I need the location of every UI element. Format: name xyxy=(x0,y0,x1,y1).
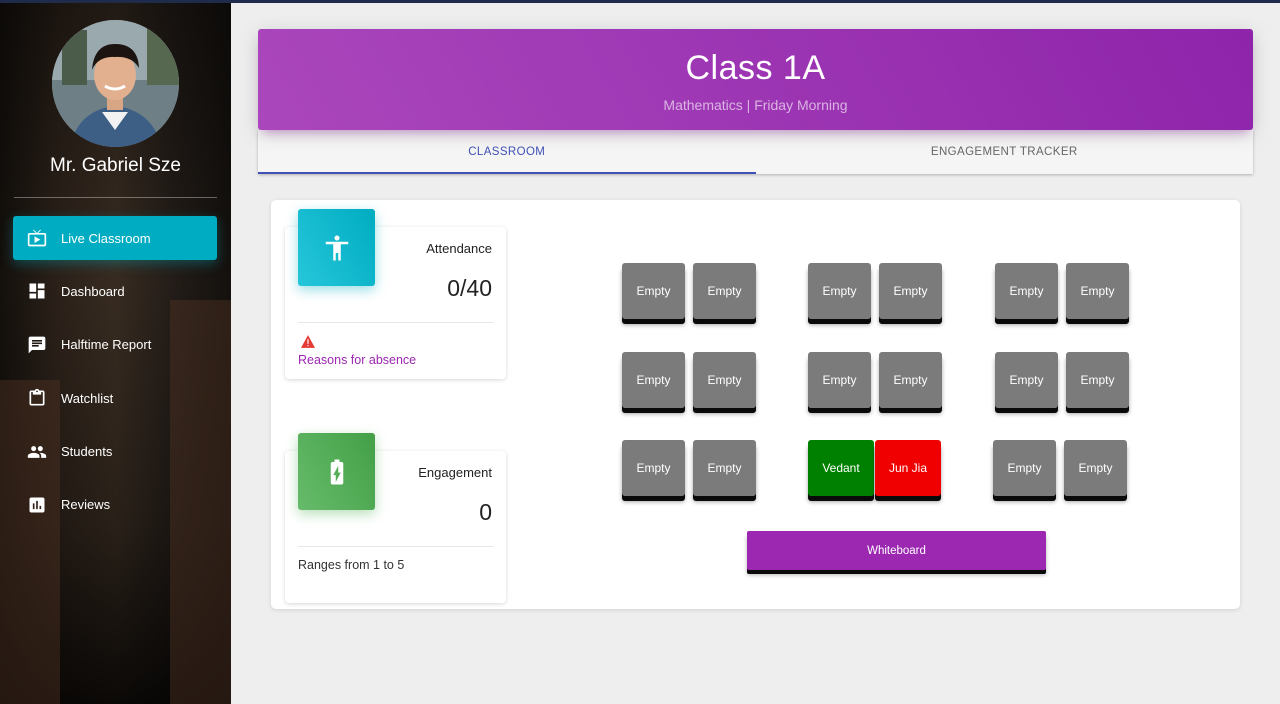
seat[interactable]: Empty xyxy=(622,440,685,496)
sidebar-item-label: Dashboard xyxy=(61,283,125,299)
seat[interactable]: Empty xyxy=(808,352,871,408)
sidebar-item-watchlist[interactable]: Watchlist xyxy=(13,376,217,420)
seat[interactable]: Empty xyxy=(622,352,685,408)
seat[interactable]: Empty xyxy=(693,263,756,319)
sidebar-divider xyxy=(14,197,217,198)
engagement-range-note: Ranges from 1 to 5 xyxy=(298,558,405,572)
sidebar-item-label: Students xyxy=(61,444,113,460)
seat[interactable]: Empty xyxy=(993,440,1056,496)
sidebar-nav: Live Classroom Dashboard Halftime Report… xyxy=(13,216,217,536)
sidebar-item-students[interactable]: Students xyxy=(13,430,217,474)
seat-student-jun-jia[interactable]: Jun Jia xyxy=(875,440,941,496)
attendance-label: Attendance xyxy=(426,241,492,256)
class-header: Class 1A Mathematics | Friday Morning xyxy=(258,29,1253,130)
seat[interactable]: Empty xyxy=(995,352,1058,408)
live-tv-icon xyxy=(26,227,48,249)
people-icon xyxy=(26,441,48,463)
clipboard-icon xyxy=(26,387,48,409)
battery-charging-icon xyxy=(298,433,375,510)
page-title: Class 1A xyxy=(685,49,826,87)
sidebar-item-label: Reviews xyxy=(61,497,111,513)
avatar-image xyxy=(52,20,179,147)
seat-student-vedant[interactable]: Vedant xyxy=(808,440,874,496)
feedback-icon xyxy=(26,334,48,356)
seat[interactable]: Empty xyxy=(693,440,756,496)
seat[interactable]: Empty xyxy=(1066,352,1129,408)
seat[interactable]: Empty xyxy=(1064,440,1127,496)
warning-icon xyxy=(301,335,315,348)
seat[interactable]: Empty xyxy=(995,263,1058,319)
top-border xyxy=(0,0,1280,3)
sidebar-item-live-classroom[interactable]: Live Classroom xyxy=(13,216,217,260)
reasons-for-absence-link[interactable]: Reasons for absence xyxy=(298,353,416,367)
seat[interactable]: Empty xyxy=(879,263,942,319)
tab-bar: CLASSROOM ENGAGEMENT TRACKER xyxy=(258,130,1253,174)
sidebar-item-reviews[interactable]: Reviews xyxy=(13,483,217,527)
seat[interactable]: Empty xyxy=(693,352,756,408)
sidebar-item-label: Live Classroom xyxy=(61,230,151,246)
seat[interactable]: Empty xyxy=(879,352,942,408)
engagement-value: 0 xyxy=(479,499,492,525)
tab-classroom[interactable]: CLASSROOM xyxy=(258,130,756,174)
sidebar-item-label: Watchlist xyxy=(61,390,114,406)
classroom-panel: Attendance 0/40 Reasons for absence Enga… xyxy=(271,200,1240,609)
engagement-card: Engagement 0 Ranges from 1 to 5 xyxy=(285,433,506,603)
sidebar-item-halftime-report[interactable]: Halftime Report xyxy=(13,323,217,367)
card-divider xyxy=(298,546,493,547)
avatar[interactable] xyxy=(52,20,179,147)
sidebar-item-label: Halftime Report xyxy=(61,337,152,353)
sidebar-item-dashboard[interactable]: Dashboard xyxy=(13,269,217,313)
accessibility-icon xyxy=(298,209,375,286)
whiteboard: Whiteboard xyxy=(747,531,1046,570)
card-divider xyxy=(298,322,493,323)
dashboard-icon xyxy=(26,280,48,302)
sidebar: Mr. Gabriel Sze Live Classroom Dashboard… xyxy=(0,0,231,704)
teacher-name: Mr. Gabriel Sze xyxy=(50,155,181,176)
attendance-card: Attendance 0/40 Reasons for absence xyxy=(285,209,506,379)
attendance-value: 0/40 xyxy=(447,275,492,301)
seat[interactable]: Empty xyxy=(1066,263,1129,319)
seat[interactable]: Empty xyxy=(808,263,871,319)
tab-engagement-tracker[interactable]: ENGAGEMENT TRACKER xyxy=(756,130,1254,174)
class-subtitle: Mathematics | Friday Morning xyxy=(663,97,848,113)
seat[interactable]: Empty xyxy=(622,263,685,319)
bar-chart-icon xyxy=(26,494,48,516)
engagement-label: Engagement xyxy=(418,465,492,480)
